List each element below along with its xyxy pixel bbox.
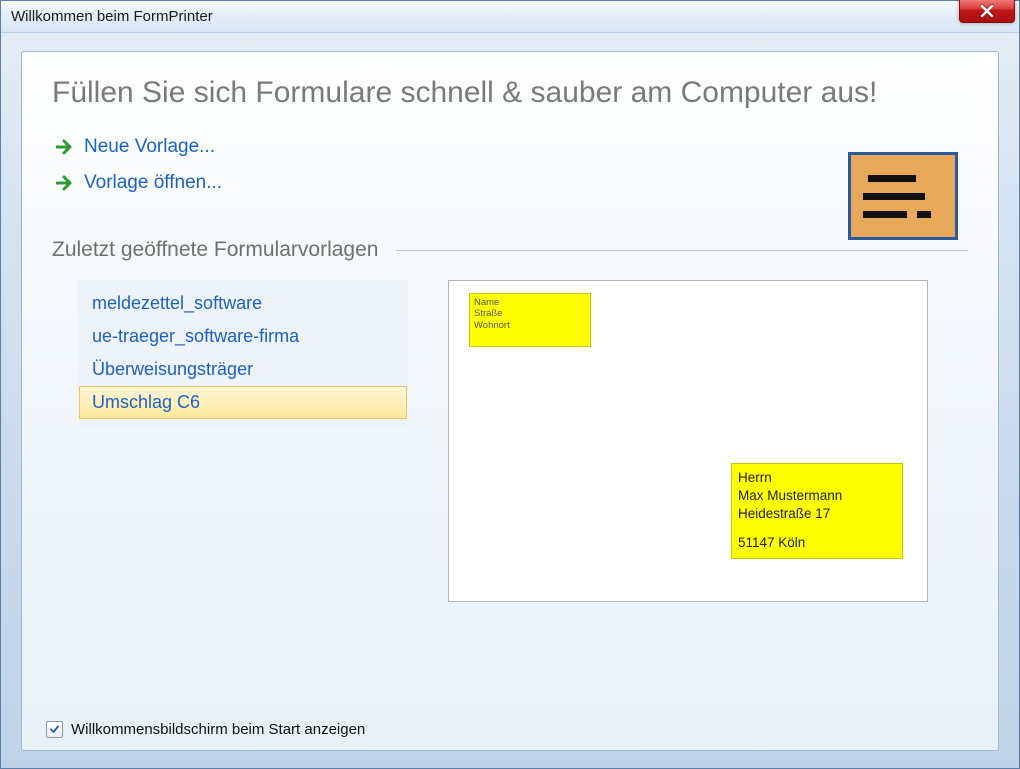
form-icon bbox=[848, 152, 958, 240]
recipient-line: Max Mustermann bbox=[738, 487, 896, 505]
arrow-right-icon bbox=[56, 175, 74, 191]
divider bbox=[396, 250, 968, 251]
footer: Willkommensbildschirm beim Start anzeige… bbox=[46, 721, 365, 738]
recent-list: meldezettel_software ue-traeger_software… bbox=[78, 280, 408, 426]
arrow-right-icon bbox=[56, 139, 74, 155]
headline: Füllen Sie sich Formulare schnell & saub… bbox=[52, 76, 968, 110]
recent-heading: Zuletzt geöffnete Formularvorlagen bbox=[52, 238, 378, 262]
recent-heading-row: Zuletzt geöffnete Formularvorlagen bbox=[52, 238, 968, 262]
sender-field: Name Straße Wohnort bbox=[469, 293, 591, 347]
welcome-window: Willkommen beim FormPrinter Füllen Sie s… bbox=[0, 0, 1020, 769]
close-button[interactable] bbox=[959, 0, 1015, 23]
check-icon bbox=[49, 724, 60, 735]
recent-item[interactable]: meldezettel_software bbox=[79, 287, 407, 320]
titlebar: Willkommen beim FormPrinter bbox=[1, 1, 1019, 33]
close-icon bbox=[980, 5, 994, 17]
recent-item[interactable]: Umschlag C6 bbox=[79, 386, 407, 419]
sender-line: Wohnort bbox=[474, 320, 586, 331]
window-title: Willkommen beim FormPrinter bbox=[11, 8, 213, 25]
template-preview: Name Straße Wohnort Herrn Max Mustermann… bbox=[448, 280, 928, 602]
actions: Neue Vorlage... Vorlage öffnen... bbox=[56, 136, 968, 194]
open-template-label: Vorlage öffnen... bbox=[84, 172, 222, 194]
recipient-line: Heidestraße 17 bbox=[738, 505, 896, 523]
form-icon-line bbox=[863, 211, 943, 218]
recipient-field: Herrn Max Mustermann Heidestraße 17 5114… bbox=[731, 463, 903, 559]
new-template-label: Neue Vorlage... bbox=[84, 136, 215, 158]
form-icon-line bbox=[868, 175, 916, 182]
new-template-link[interactable]: Neue Vorlage... bbox=[56, 136, 968, 158]
recent-item[interactable]: ue-traeger_software-firma bbox=[79, 320, 407, 353]
show-welcome-checkbox[interactable] bbox=[46, 721, 63, 738]
sender-line: Name bbox=[474, 297, 586, 308]
sender-line: Straße bbox=[474, 308, 586, 319]
form-icon-line bbox=[863, 193, 925, 200]
show-welcome-label: Willkommensbildschirm beim Start anzeige… bbox=[71, 721, 365, 738]
recipient-line: Herrn bbox=[738, 469, 896, 487]
recipient-line: 51147 Köln bbox=[738, 534, 896, 552]
content-panel: Füllen Sie sich Formulare schnell & saub… bbox=[21, 51, 999, 751]
open-template-link[interactable]: Vorlage öffnen... bbox=[56, 172, 968, 194]
recent-item[interactable]: Überweisungsträger bbox=[79, 353, 407, 386]
